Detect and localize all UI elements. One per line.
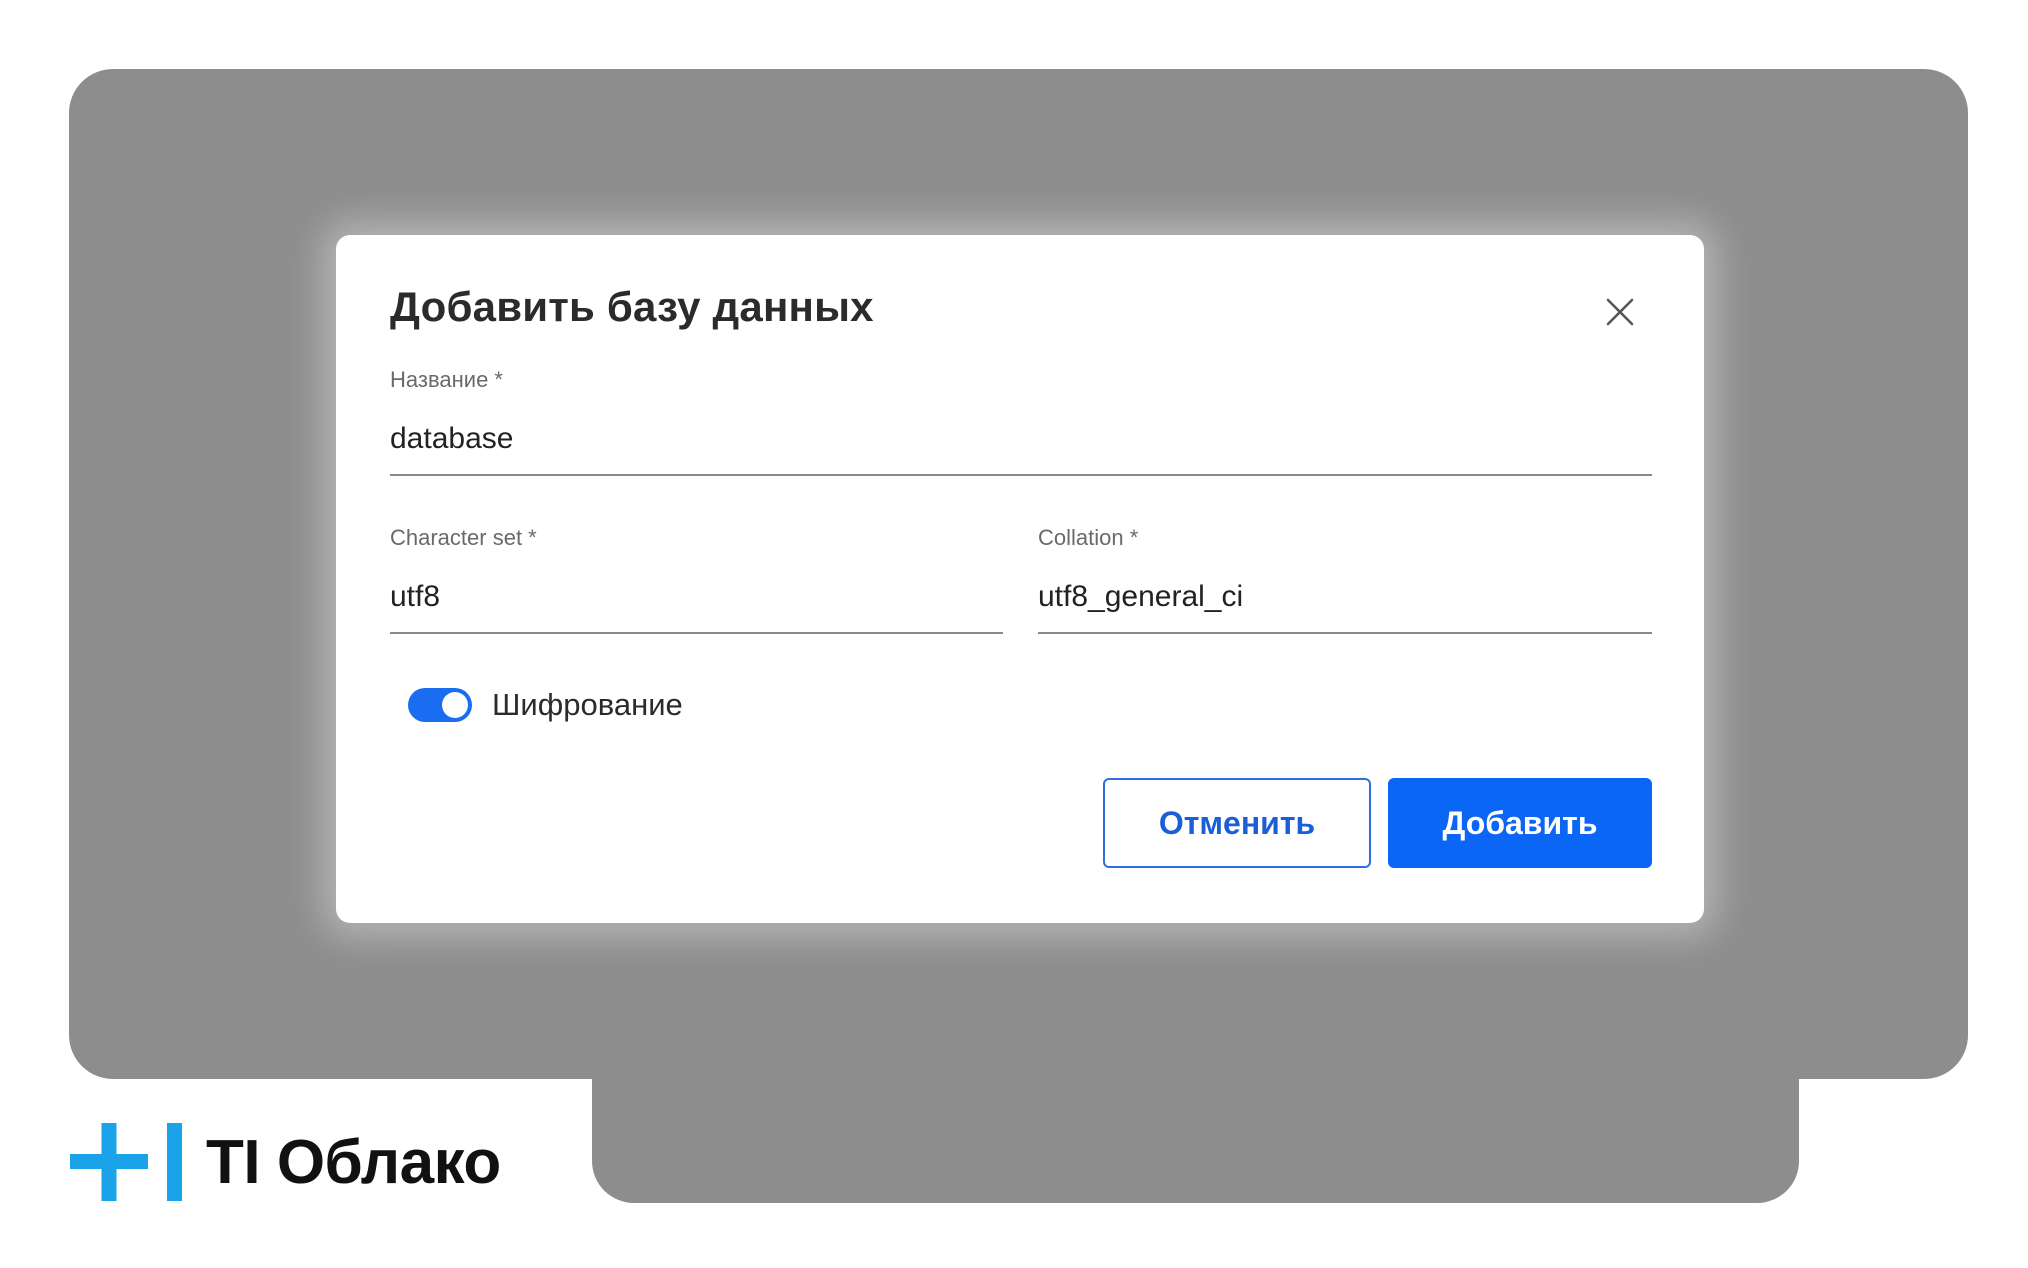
cancel-button[interactable]: Отменить — [1103, 778, 1371, 868]
name-field-underline — [390, 474, 1652, 476]
charset-field-underline — [390, 632, 1003, 634]
backdrop-notch-left — [548, 1035, 592, 1079]
backdrop-frame-tab — [592, 1000, 1799, 1203]
backdrop-notch-right — [1799, 1035, 1843, 1079]
brand-name: TI Облако — [206, 1127, 501, 1197]
dialog-title: Добавить базу данных — [390, 283, 874, 330]
charset-input[interactable]: utf8 — [390, 580, 440, 614]
charset-field[interactable]: Character set * utf8 — [390, 525, 1003, 635]
add-database-dialog: Добавить базу данных Название * database… — [336, 235, 1704, 923]
collation-input[interactable]: utf8_general_ci — [1038, 580, 1243, 614]
encryption-toggle-row[interactable]: Шифрование — [408, 685, 683, 725]
add-button[interactable]: Добавить — [1388, 778, 1652, 868]
close-icon — [1606, 298, 1634, 326]
plus-bar-logo-icon — [70, 1123, 182, 1201]
charset-field-label: Character set * — [390, 525, 537, 550]
encryption-toggle[interactable] — [408, 688, 472, 722]
collation-field[interactable]: Collation * utf8_general_ci — [1038, 525, 1652, 635]
name-input[interactable]: database — [390, 422, 513, 456]
encryption-label: Шифрование — [492, 687, 683, 722]
name-field-label: Название * — [390, 367, 503, 392]
name-field[interactable]: Название * database — [390, 367, 1652, 477]
collation-field-label: Collation * — [1038, 525, 1139, 550]
close-button[interactable] — [1598, 290, 1642, 334]
toggle-knob — [442, 692, 468, 718]
collation-field-underline — [1038, 632, 1652, 634]
brand-logo: TI Облако — [70, 1120, 501, 1204]
